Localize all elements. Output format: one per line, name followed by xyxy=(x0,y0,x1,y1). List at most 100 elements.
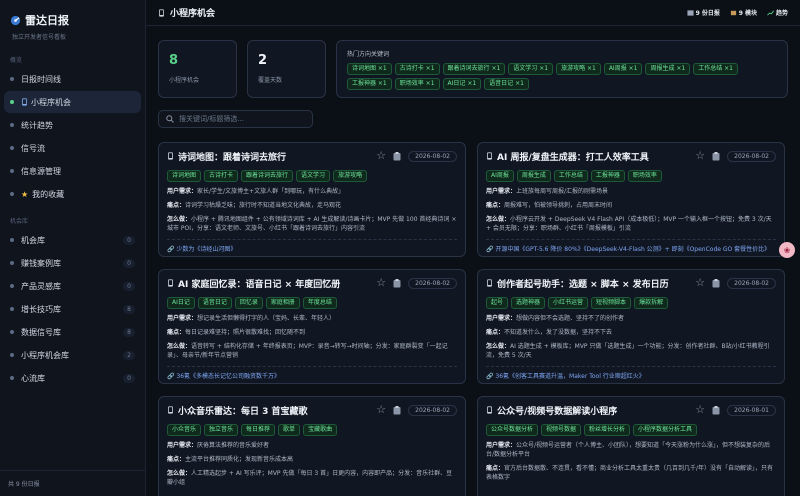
card-title: AI 周报/复盘生成器：打工人效率工具 xyxy=(486,150,649,163)
card-user-need: 用户需求：想做内容但不会选题、坚持不了的创作者 xyxy=(486,315,625,322)
card-tag[interactable]: 跟着诗词去旅行 xyxy=(241,170,294,182)
card-tag[interactable]: 歌单 xyxy=(278,424,301,436)
keyword-tag[interactable]: AI日记 ×1 xyxy=(442,78,482,90)
card-tag[interactable]: 公众号数据分析 xyxy=(486,424,539,436)
dot-icon xyxy=(10,330,14,334)
brand-title[interactable]: 雷达日报 xyxy=(10,12,135,28)
card-title: 创作者起号助手：选题 × 脚本 × 发布日历 xyxy=(486,277,669,290)
card-tag[interactable]: 视频号数据 xyxy=(541,424,582,436)
keyword-tag[interactable]: 工作总结 ×1 xyxy=(693,63,738,75)
sidebar-item-sources[interactable]: 信息源管理 xyxy=(4,160,141,182)
card-tag[interactable]: 职场效率 xyxy=(627,170,662,182)
star-icon: ★ xyxy=(21,189,29,199)
card-tag[interactable]: 家庭相册 xyxy=(265,297,300,309)
card-tag[interactable]: 语文学习 xyxy=(296,170,331,182)
keyword-tag[interactable]: 诗词地图 ×1 xyxy=(347,63,392,75)
count-badge: 8 xyxy=(123,304,135,314)
card-tag[interactable]: 工作总结 xyxy=(553,170,588,182)
sidebar-item-growth-tips[interactable]: 增长技巧库 8 xyxy=(4,298,141,320)
sidebar-item-timeline[interactable]: 日报时间线 xyxy=(4,68,141,90)
card-tag[interactable]: 小众音乐 xyxy=(167,424,202,436)
card-tag[interactable]: AI日记 xyxy=(167,297,195,309)
sidebar-item-favorites[interactable]: ★ 我的收藏 xyxy=(4,183,141,205)
favorite-star-icon[interactable]: ☆ xyxy=(376,277,386,288)
stat-label: 覆盖天数 xyxy=(258,77,283,84)
sidebar-item-label: 数据信号库 xyxy=(21,327,61,337)
opportunity-card[interactable]: AI 家庭回忆录：语音日记 × 年度回忆册 ☆ 2026-08-02 AI日记 语… xyxy=(158,269,466,384)
trends-link[interactable]: 趋势 xyxy=(767,8,788,18)
opportunity-card[interactable]: AI 周报/复盘生成器：打工人效率工具 ☆ 2026-08-02 AI周报 周报生… xyxy=(477,142,785,257)
card-source-link[interactable]: 🔗 少数为《诗经山河图》 xyxy=(167,239,457,253)
card-tag[interactable]: 爆款拆解 xyxy=(634,297,669,309)
card-tag[interactable]: 回忆录 xyxy=(234,297,263,309)
clipboard-icon[interactable] xyxy=(393,405,401,415)
card-tags: 小众音乐 独立音乐 每日推荐 歌单 宝藏歌曲 xyxy=(167,424,457,436)
card-tag[interactable]: 周报生成 xyxy=(516,170,551,182)
dot-icon xyxy=(10,146,14,150)
keyword-tag[interactable]: 古诗打卡 ×1 xyxy=(394,63,440,75)
clipboard-icon[interactable] xyxy=(393,278,401,288)
card-tag[interactable]: 起号 xyxy=(486,297,509,309)
sidebar-item-money-cases[interactable]: 赚钱案例库 0 xyxy=(4,252,141,274)
keyword-tag[interactable]: 跟着诗词去旅行 ×1 xyxy=(442,63,506,75)
section-lib-label: 机会库 xyxy=(10,218,29,225)
card-source-link[interactable]: 🔗 36氪《多模态长记忆公司融资数千万》 xyxy=(167,366,457,380)
favorite-star-icon[interactable]: ☆ xyxy=(695,277,705,288)
opportunity-card[interactable]: 小众音乐雷达：每日 3 首宝藏歌 ☆ 2026-08-02 小众音乐 独立音乐 每… xyxy=(158,396,466,496)
card-tag[interactable]: 每日推荐 xyxy=(241,424,276,436)
card-how: 怎么做：语音转写 + 结构化存储 + 年终报表页；MVP：录音→转写→时间轴；分… xyxy=(167,343,448,359)
sidebar-item-signals[interactable]: 信号流 xyxy=(4,137,141,159)
keyword-tag[interactable]: 职场效率 ×1 xyxy=(394,78,440,90)
sidebar-item-product-ideas[interactable]: 产品灵感库 0 xyxy=(4,275,141,297)
card-pain: 痛点：官方后台数据散、不连贯，看不懂；商业分析工具太重太贵（几百到几千/年）没有… xyxy=(486,465,774,481)
favorite-star-icon[interactable]: ☆ xyxy=(695,150,705,161)
favorite-star-icon[interactable]: ☆ xyxy=(376,404,386,415)
sidebar-item-miniapp-lib[interactable]: 小程序机会库 2 xyxy=(4,344,141,366)
card-tag[interactable]: 语音日记 xyxy=(197,297,232,309)
keyword-tag[interactable]: 语音日记 ×1 xyxy=(484,78,529,90)
card-tag[interactable]: 工报神器 xyxy=(590,170,625,182)
card-tag[interactable]: 小红书运营 xyxy=(548,297,589,309)
card-tag[interactable]: 年度总结 xyxy=(302,297,337,309)
card-tag[interactable]: 短视频脚本 xyxy=(591,297,632,309)
section-overview-label: 概览 xyxy=(10,57,23,64)
clipboard-icon[interactable] xyxy=(712,151,720,161)
keyword-tag[interactable]: 语文学习 ×1 xyxy=(508,63,554,75)
opportunity-card[interactable]: 创作者起号助手：选题 × 脚本 × 发布日历 ☆ 2026-08-02 起号 选题… xyxy=(477,269,785,384)
clipboard-icon[interactable] xyxy=(393,151,401,161)
dot-icon xyxy=(10,77,14,81)
sidebar-item-opportunity-lib[interactable]: 机会库 0 xyxy=(4,229,141,251)
card-tag[interactable]: 粉丝增长分析 xyxy=(584,424,631,436)
sidebar-item-data-signals[interactable]: 数据信号库 8 xyxy=(4,321,141,343)
card-source-link[interactable]: 🔗 开源中国《GPT-5.6 降价 80%》《DeepSeek-V4-Flash… xyxy=(486,239,776,253)
keyword-tag[interactable]: 工报神器 ×1 xyxy=(347,78,392,90)
stat-label: 小程序机会 xyxy=(169,77,200,84)
brand-name: 雷达日报 xyxy=(25,14,69,27)
sidebar-item-miniapp[interactable]: 小程序机会 xyxy=(4,91,141,113)
favorite-star-icon[interactable]: ☆ xyxy=(376,150,386,161)
sidebar-item-flow-lib[interactable]: 心流库 0 xyxy=(4,367,141,389)
keyword-tag[interactable]: 周报生成 ×1 xyxy=(645,63,691,75)
card-tag[interactable]: 旅游攻略 xyxy=(333,170,368,182)
clipboard-icon[interactable] xyxy=(712,278,720,288)
card-tag[interactable]: 宝藏歌曲 xyxy=(303,424,338,436)
keyword-tag[interactable]: 旅游攻略 ×1 xyxy=(556,63,601,75)
search-input[interactable] xyxy=(179,115,299,123)
keyword-tag[interactable]: AI周报 ×1 xyxy=(603,63,643,75)
favorite-star-icon[interactable]: ☆ xyxy=(695,404,705,415)
card-tag[interactable]: 诗词地图 xyxy=(167,170,202,182)
opportunity-card[interactable]: 公众号/视频号数据解读小程序 ☆ 2026-08-01 公众号数据分析 视频号数据… xyxy=(477,396,785,496)
card-tag[interactable]: 选题神器 xyxy=(511,297,546,309)
search-box[interactable] xyxy=(158,110,313,128)
card-user-need: 用户需求：厌倦算法推荐的音乐爱好者 xyxy=(167,442,270,449)
card-tag[interactable]: AI周报 xyxy=(486,170,514,182)
opportunity-card[interactable]: 诗词地图：跟着诗词去旅行 ☆ 2026-08-02 诗词地图 古诗打卡 跟着诗词去… xyxy=(158,142,466,257)
floating-avatar[interactable]: ❀ xyxy=(779,242,795,258)
clipboard-icon[interactable] xyxy=(712,405,720,415)
card-tag[interactable]: 古诗打卡 xyxy=(204,170,239,182)
card-tag[interactable]: 小程序数据分析工具 xyxy=(633,424,698,436)
app-root: 雷达日报 独立开发者信号看板 概览 日报时间线 小程序机会 统计趋势 信号流 信… xyxy=(0,0,800,496)
sidebar-item-trends[interactable]: 统计趋势 xyxy=(4,114,141,136)
card-source-link[interactable]: 🔗 36氪《创客工具赛道升温，Maker Tool 行业顺超红火》 xyxy=(486,366,776,380)
card-tag[interactable]: 独立音乐 xyxy=(204,424,239,436)
